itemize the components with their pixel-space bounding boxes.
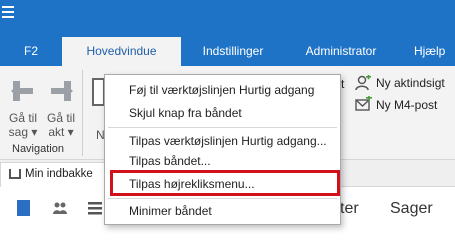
back-arrow-icon — [6, 78, 40, 107]
title-bar: F2 Hovedvindue Indstillinger Administrat… — [0, 0, 455, 66]
tab-administrator[interactable]: Administrator — [295, 37, 387, 66]
partial-ribbon-text: t — [341, 77, 345, 91]
menu-item-customize-ribbon[interactable]: Tilpas båndet... — [105, 151, 340, 171]
tab-hjaelp[interactable]: Hjælp — [414, 37, 455, 66]
inbox-tab-label: Min indbakke — [25, 168, 93, 180]
people-icon[interactable] — [52, 200, 68, 216]
mail-add-icon — [355, 95, 372, 115]
go-to-document-label-1: Gå til — [46, 111, 75, 125]
go-to-case-label-1: Gå til — [8, 111, 37, 125]
forward-arrow-icon — [44, 78, 78, 107]
ribbon-tab-row: F2 Hovedvindue Indstillinger Administrat… — [0, 37, 455, 66]
list-icon[interactable] — [88, 201, 102, 215]
menu-item-hide-button[interactable]: Skjul knap fra båndet — [105, 103, 340, 123]
go-to-document-button[interactable]: Gå til akt ▾ — [44, 78, 78, 139]
context-menu: Føj til værktøjslinjen Hurtig adgang Skj… — [104, 74, 341, 225]
tab-indstillinger[interactable]: Indstillinger — [187, 37, 279, 66]
content-tab-partial[interactable]: ter — [340, 200, 359, 218]
menu-separator — [108, 198, 337, 199]
menu-item-add-quick-access[interactable]: Føj til værktøjslinjen Hurtig adgang — [105, 80, 340, 100]
partial-ribbon-button[interactable]: N — [92, 78, 105, 142]
document-icon — [92, 78, 105, 109]
menu-item-customize-context-menu[interactable]: Tilpas højrekliksmenu... — [105, 174, 340, 194]
inbox-tray-icon — [9, 169, 21, 179]
content-tab-sager[interactable]: Sager — [390, 200, 433, 218]
tab-hovedvindue[interactable]: Hovedvindue — [62, 37, 181, 66]
go-to-case-label-2: sag ▾ — [8, 125, 38, 139]
menu-separator — [108, 127, 337, 128]
new-mail-label: Ny M4-post — [376, 98, 438, 112]
tab-inbox[interactable]: Min indbakke — [0, 162, 110, 187]
tab-f2[interactable]: F2 — [13, 37, 49, 66]
menu-item-customize-quick-access[interactable]: Tilpas værktøjslinjen Hurtig adgang... — [105, 131, 340, 151]
navigation-group-label: Navigation — [12, 143, 64, 155]
go-to-case-button[interactable]: Gå til sag ▾ — [6, 78, 40, 139]
person-add-icon — [355, 74, 371, 94]
menu-item-minimize-ribbon[interactable]: Minimer båndet — [105, 201, 340, 221]
menu-icon[interactable] — [2, 6, 16, 20]
ribbon-divider — [82, 70, 83, 156]
go-to-document-label-2: akt ▾ — [48, 125, 74, 139]
document-icon[interactable] — [17, 200, 30, 216]
new-access-label: Ny aktindsigt — [376, 76, 445, 90]
